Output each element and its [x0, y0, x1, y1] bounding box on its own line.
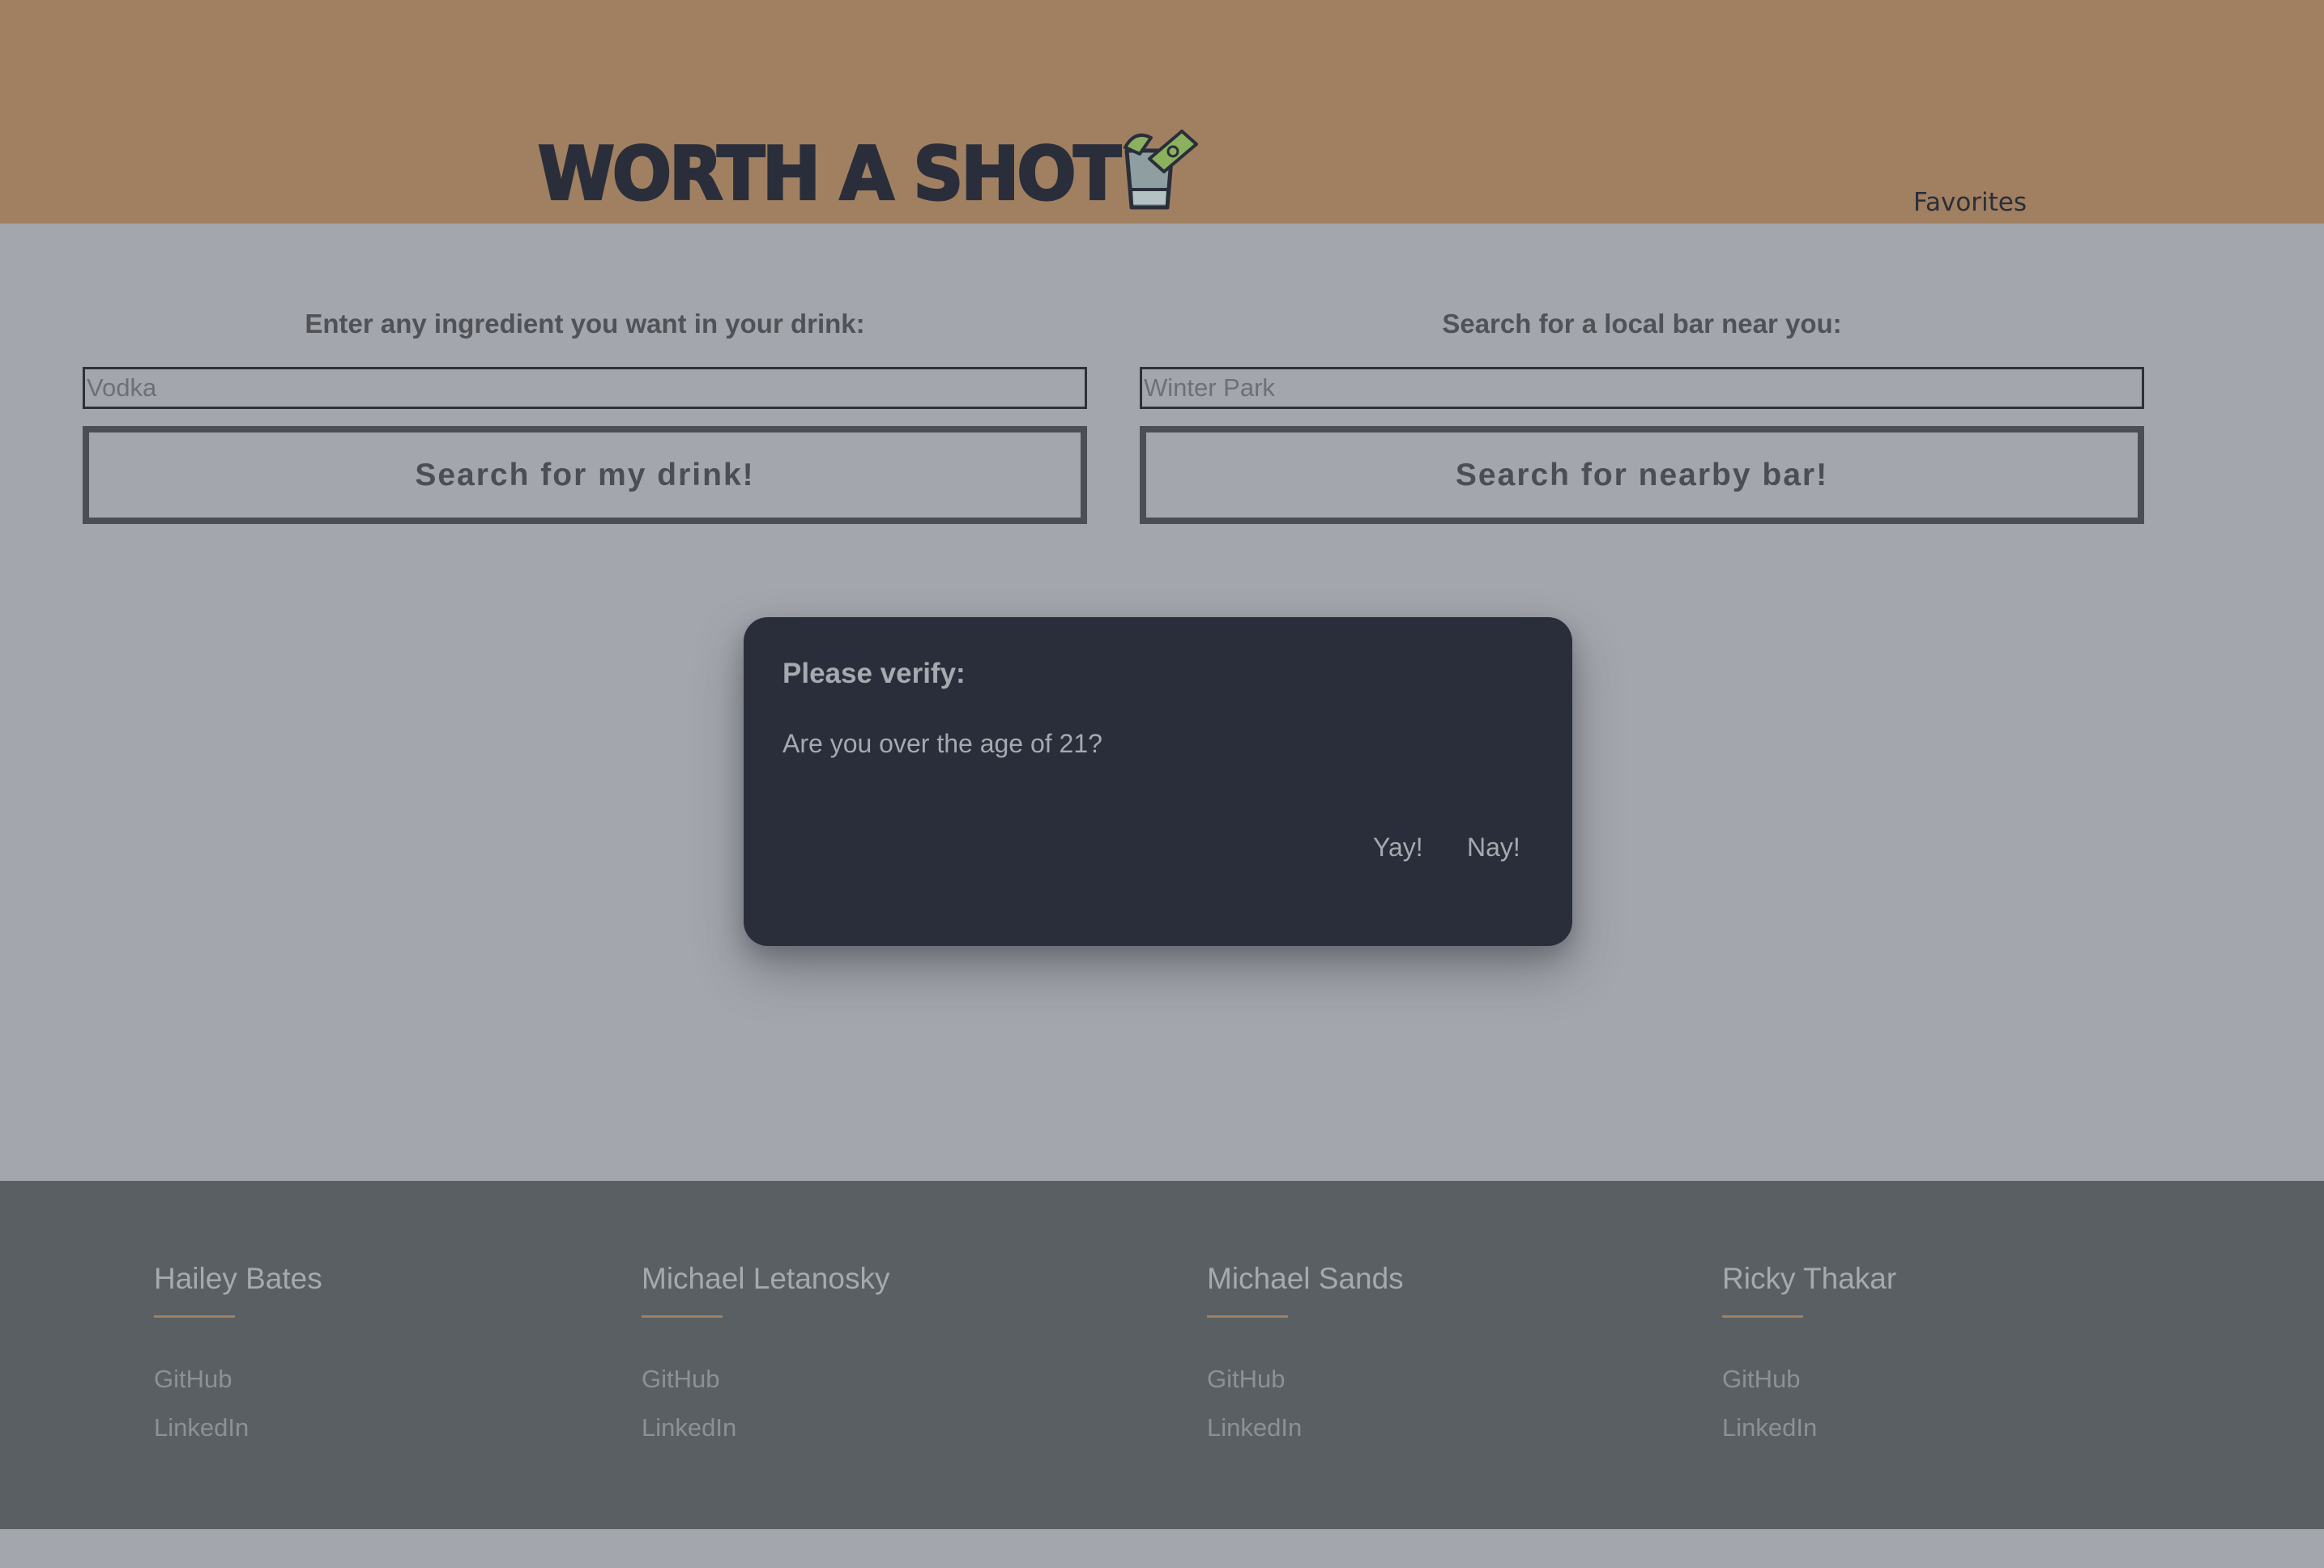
- drink-search-section: Enter any ingredient you want in your dr…: [83, 301, 1087, 524]
- app-root: WORTH A SHOT Favorites Enter any ingredi…: [0, 0, 2324, 1568]
- ingredient-input[interactable]: [83, 367, 1087, 409]
- member-name-underline: [642, 1315, 723, 1318]
- member-name-underline: [154, 1315, 235, 1318]
- github-link[interactable]: GitHub: [154, 1365, 322, 1394]
- github-link[interactable]: GitHub: [1207, 1365, 1404, 1394]
- member-name-underline: [1207, 1315, 1288, 1318]
- drink-search-label: Enter any ingredient you want in your dr…: [305, 309, 865, 339]
- footer-member: Hailey Bates GitHub LinkedIn: [154, 1262, 322, 1442]
- linkedin-link[interactable]: LinkedIn: [1207, 1413, 1404, 1442]
- bar-search-section: Search for a local bar near you: Search …: [1140, 301, 2144, 524]
- logo[interactable]: WORTH A SHOT: [536, 113, 1200, 217]
- deny-age-button[interactable]: Nay!: [1467, 833, 1520, 863]
- member-name: Michael Sands: [1207, 1262, 1404, 1295]
- member-name: Hailey Bates: [154, 1262, 322, 1295]
- member-name-underline: [1722, 1315, 1803, 1318]
- github-link[interactable]: GitHub: [1722, 1365, 1896, 1394]
- footer-member: Michael Letanosky GitHub LinkedIn: [642, 1262, 889, 1442]
- footer-member: Michael Sands GitHub LinkedIn: [1207, 1262, 1404, 1442]
- logo-text: WORTH A SHOT: [536, 131, 1122, 217]
- member-name: Ricky Thakar: [1722, 1262, 1897, 1295]
- site-header: WORTH A SHOT Favorites: [0, 0, 2324, 224]
- location-input[interactable]: [1140, 367, 2144, 409]
- github-link[interactable]: GitHub: [642, 1365, 889, 1394]
- search-bar-button[interactable]: Search for nearby bar!: [1140, 426, 2144, 524]
- linkedin-link[interactable]: LinkedIn: [154, 1413, 322, 1442]
- shot-glass-icon: [1124, 130, 1199, 210]
- page-bottom-strip: [0, 1529, 2324, 1568]
- linkedin-link[interactable]: LinkedIn: [1722, 1413, 1896, 1442]
- member-name: Michael Letanosky: [642, 1262, 890, 1295]
- modal-title: Please verify:: [782, 658, 966, 689]
- modal-message: Are you over the age of 21?: [782, 729, 1102, 758]
- site-footer: Hailey Bates GitHub LinkedIn Michael Let…: [0, 1181, 2324, 1529]
- search-drink-button[interactable]: Search for my drink!: [83, 426, 1087, 524]
- age-verification-modal: Please verify: Are you over the age of 2…: [744, 617, 1572, 946]
- nav-favorites-link[interactable]: Favorites: [1913, 188, 2027, 217]
- confirm-age-button[interactable]: Yay!: [1373, 833, 1423, 863]
- bar-search-label: Search for a local bar near you:: [1442, 309, 1842, 339]
- footer-member: Ricky Thakar GitHub LinkedIn: [1722, 1262, 1896, 1442]
- linkedin-link[interactable]: LinkedIn: [642, 1413, 889, 1442]
